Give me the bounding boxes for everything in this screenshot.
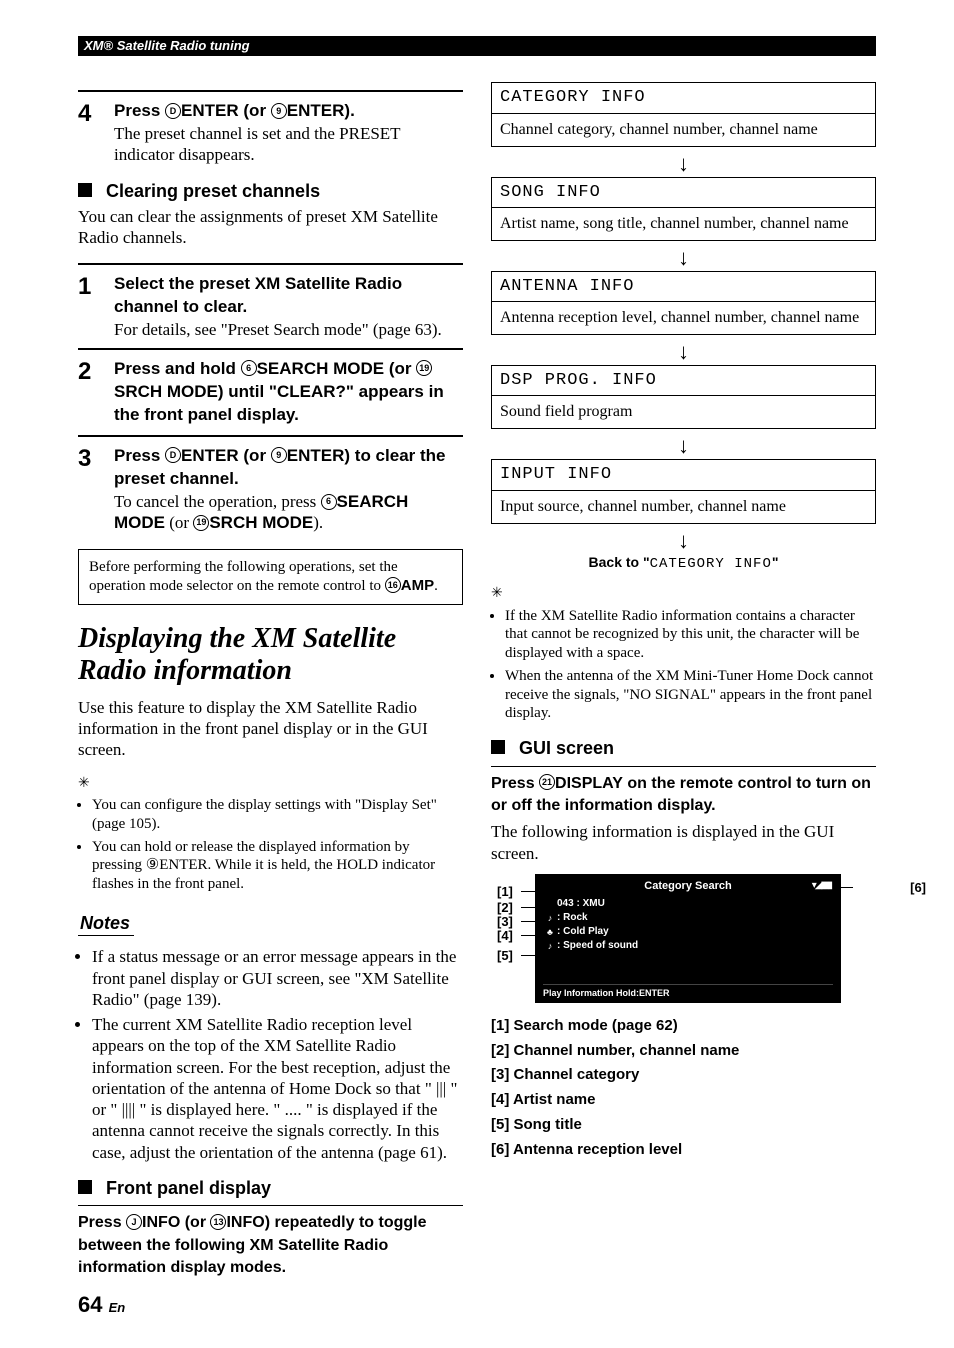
step-2-heading: Press and hold 6SEARCH MODE (or 19SRCH M… bbox=[114, 358, 463, 427]
info-head: SONG INFO bbox=[491, 177, 876, 208]
info-block-antenna: ANTENNA INFO Antenna reception level, ch… bbox=[491, 271, 876, 335]
note-item: If a status message or an error message … bbox=[92, 946, 463, 1010]
step-1: 1 Select the preset XM Satellite Radio c… bbox=[78, 273, 463, 340]
left-column: 4 Press DENTER (or 9ENTER). The preset c… bbox=[78, 82, 463, 1279]
step-4-heading: Press DENTER (or 9ENTER). bbox=[114, 100, 463, 123]
row-icon: ♪ bbox=[543, 913, 557, 924]
callout-1: [1] bbox=[497, 884, 513, 900]
def-4: [4] Artist name bbox=[491, 1091, 876, 1110]
front-panel-heading: Front panel display bbox=[78, 1177, 463, 1200]
info-block-category: CATEGORY INFO Channel category, channel … bbox=[491, 82, 876, 146]
step-4-body: The preset channel is set and the PRESET… bbox=[114, 123, 463, 166]
tips-list: You can configure the display settings w… bbox=[78, 796, 463, 894]
down-arrow-icon: ↓ bbox=[491, 247, 876, 269]
down-arrow-icon: ↓ bbox=[491, 435, 876, 457]
info-head: DSP PROG. INFO bbox=[491, 365, 876, 396]
clearing-intro: You can clear the assignments of preset … bbox=[78, 206, 463, 249]
step-4: 4 Press DENTER (or 9ENTER). The preset c… bbox=[78, 100, 463, 165]
callout-6: [6] bbox=[910, 880, 926, 896]
def-1: [1] Search mode (page 62) bbox=[491, 1017, 876, 1036]
def-6: [6] Antenna reception level bbox=[491, 1141, 876, 1160]
tip-item: You can configure the display settings w… bbox=[92, 796, 463, 834]
operation-note-box: Before performing the following operatio… bbox=[78, 549, 463, 605]
tip-icon bbox=[491, 581, 876, 603]
circle-19-icon: 19 bbox=[416, 360, 432, 376]
tip-item: When the antenna of the XM Mini-Tuner Ho… bbox=[505, 667, 876, 723]
info-body: Artist name, song title, channel number,… bbox=[491, 208, 876, 241]
step-1-body: For details, see "Preset Search mode" (p… bbox=[114, 319, 463, 340]
def-5: [5] Song title bbox=[491, 1116, 876, 1135]
tip-item: If the XM Satellite Radio information co… bbox=[505, 607, 876, 663]
right-tips-list: If the XM Satellite Radio information co… bbox=[491, 607, 876, 724]
step-number: 1 bbox=[78, 273, 114, 340]
step-number: 2 bbox=[78, 358, 114, 427]
info-block-song: SONG INFO Artist name, song title, chann… bbox=[491, 177, 876, 241]
down-arrow-icon: ↓ bbox=[491, 341, 876, 363]
def-2: [2] Channel number, channel name bbox=[491, 1042, 876, 1061]
back-to-label: Back to "CATEGORY INFO" bbox=[491, 554, 876, 574]
notes-label: Notes bbox=[78, 912, 134, 937]
gui-screen-mock: ▾◢▮▮▮ Category Search 043 : XMU ♪: Rock … bbox=[535, 874, 841, 1003]
info-head: CATEGORY INFO bbox=[491, 82, 876, 113]
info-block-dsp: DSP PROG. INFO Sound field program bbox=[491, 365, 876, 429]
circle-6-icon: 6 bbox=[321, 494, 337, 510]
row-icon: ♣ bbox=[543, 927, 557, 938]
callout-definitions: [1] Search mode (page 62) [2] Channel nu… bbox=[491, 1017, 876, 1160]
down-arrow-icon: ↓ bbox=[491, 530, 876, 552]
row-icon: ♪ bbox=[543, 941, 557, 952]
right-column: CATEGORY INFO Channel category, channel … bbox=[491, 82, 876, 1279]
gui-title: Category Search bbox=[543, 880, 833, 894]
running-header: XM® Satellite Radio tuning bbox=[78, 36, 876, 56]
circle-16-icon: 16 bbox=[385, 577, 401, 593]
step-2: 2 Press and hold 6SEARCH MODE (or 19SRCH… bbox=[78, 358, 463, 427]
step-1-heading: Select the preset XM Satellite Radio cha… bbox=[114, 273, 463, 319]
gui-row-text: : Rock bbox=[557, 912, 588, 925]
step-number: 3 bbox=[78, 445, 114, 533]
circle-19-icon: 19 bbox=[193, 515, 209, 531]
circle-6-icon: 6 bbox=[241, 360, 257, 376]
tip-item: You can hold or release the displayed in… bbox=[92, 838, 463, 894]
circle-9-icon: 9 bbox=[271, 103, 287, 119]
gui-row-text: 043 : XMU bbox=[557, 898, 605, 911]
gui-screen-heading: GUI screen bbox=[491, 737, 876, 760]
circle-21-icon: 21 bbox=[539, 774, 555, 790]
step-3: 3 Press DENTER (or 9ENTER) to clear the … bbox=[78, 445, 463, 533]
page-number: 64 En bbox=[78, 1291, 125, 1319]
circle-d-icon: D bbox=[165, 447, 181, 463]
clearing-heading: Clearing preset channels bbox=[78, 180, 463, 203]
down-arrow-icon: ↓ bbox=[491, 153, 876, 175]
circle-j-icon: J bbox=[126, 1214, 142, 1230]
front-panel-instruction: Press JINFO (or 13INFO) repeatedly to to… bbox=[78, 1212, 463, 1279]
def-3: [3] Channel category bbox=[491, 1066, 876, 1085]
gui-row-text: : Speed of sound bbox=[557, 940, 638, 953]
step-3-body: To cancel the operation, press 6SEARCH M… bbox=[114, 491, 463, 534]
info-body: Antenna reception level, channel number,… bbox=[491, 302, 876, 335]
circle-13-icon: 13 bbox=[210, 1214, 226, 1230]
info-head: INPUT INFO bbox=[491, 459, 876, 490]
info-body: Sound field program bbox=[491, 396, 876, 429]
feature-title: Displaying the XM Satellite Radio inform… bbox=[78, 623, 463, 687]
antenna-level-icon: ▾◢▮▮▮ bbox=[812, 880, 831, 893]
gui-followup: The following information is displayed i… bbox=[491, 821, 876, 864]
gui-row-text: : Cold Play bbox=[557, 926, 609, 939]
gui-footer: Play Information Hold:ENTER bbox=[543, 984, 833, 999]
info-block-input: INPUT INFO Input source, channel number,… bbox=[491, 459, 876, 523]
gui-diagram: [1] [2] [3] [4] [5] [6] ▾◢▮▮▮ Category S… bbox=[535, 874, 876, 1003]
info-head: ANTENNA INFO bbox=[491, 271, 876, 302]
circle-d-icon: D bbox=[165, 103, 181, 119]
callout-4: [4] bbox=[497, 928, 513, 944]
gui-instruction: Press 21DISPLAY on the remote control to… bbox=[491, 773, 876, 818]
note-item: The current XM Satellite Radio reception… bbox=[92, 1014, 463, 1163]
step-number: 4 bbox=[78, 100, 114, 165]
notes-list: If a status message or an error message … bbox=[78, 946, 463, 1163]
feature-intro: Use this feature to display the XM Satel… bbox=[78, 697, 463, 761]
step-3-heading: Press DENTER (or 9ENTER) to clear the pr… bbox=[114, 445, 463, 491]
info-body: Channel category, channel number, channe… bbox=[491, 114, 876, 147]
tip-icon bbox=[78, 771, 463, 793]
circle-9-icon: 9 bbox=[271, 447, 287, 463]
info-body: Input source, channel number, channel na… bbox=[491, 491, 876, 524]
callout-5: [5] bbox=[497, 948, 513, 964]
